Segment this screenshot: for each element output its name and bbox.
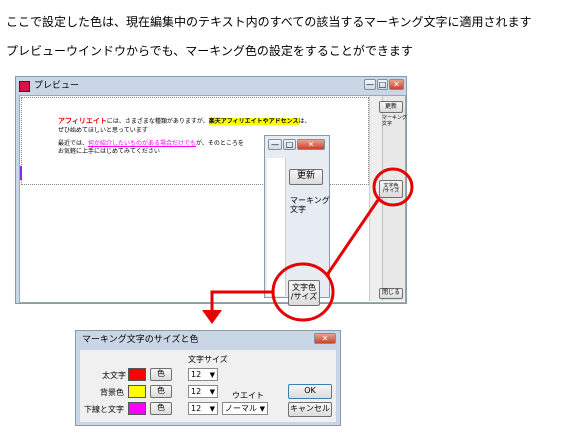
weight-select[interactable]: ノーマル ▼ [222,402,268,415]
row-label-background: 背景色 [100,388,124,397]
cancel-button[interactable]: キャンセル [288,402,332,417]
arrow-line [210,290,273,312]
bold-color-button[interactable]: 色 [150,368,172,381]
zoom-char-color-button[interactable]: 文字色 /サイズ [288,280,320,306]
weight-value: ノーマル [225,404,257,413]
highlight-circle-small [372,167,414,207]
bold-color-swatch [128,368,146,381]
underline-color-swatch [128,402,146,415]
chevron-down-icon: ▼ [209,388,215,396]
chevron-down-icon: ▼ [259,405,265,413]
size-color-dialog: マーキング文字のサイズと色 ✕ 文字サイズ 太文字 色 12 ▼ 背景色 色 12… [75,330,341,426]
row-label-underline: 下線と文字 [84,405,124,414]
dialog-title: マーキング文字のサイズと色 [82,335,199,345]
background-size-value: 12 [191,387,202,396]
background-color-button[interactable]: 色 [150,385,172,398]
chevron-down-icon: ▼ [209,405,215,413]
underline-size-select[interactable]: 12 ▼ [188,402,218,415]
arrow-head-icon [202,310,222,324]
chevron-down-icon: ▼ [209,371,215,379]
bold-size-select[interactable]: 12 ▼ [188,368,218,381]
weight-label: ウエイト [232,391,264,400]
underline-size-value: 12 [191,404,202,413]
bold-size-value: 12 [191,370,202,379]
size-header: 文字サイズ [188,355,228,364]
connector-line [325,199,380,276]
background-size-select[interactable]: 12 ▼ [188,385,218,398]
background-color-swatch [128,385,146,398]
ok-button[interactable]: OK [288,384,332,399]
row-label-bold: 太文字 [102,371,126,380]
underline-color-button[interactable]: 色 [150,402,172,415]
dialog-close-button[interactable]: ✕ [314,333,336,344]
